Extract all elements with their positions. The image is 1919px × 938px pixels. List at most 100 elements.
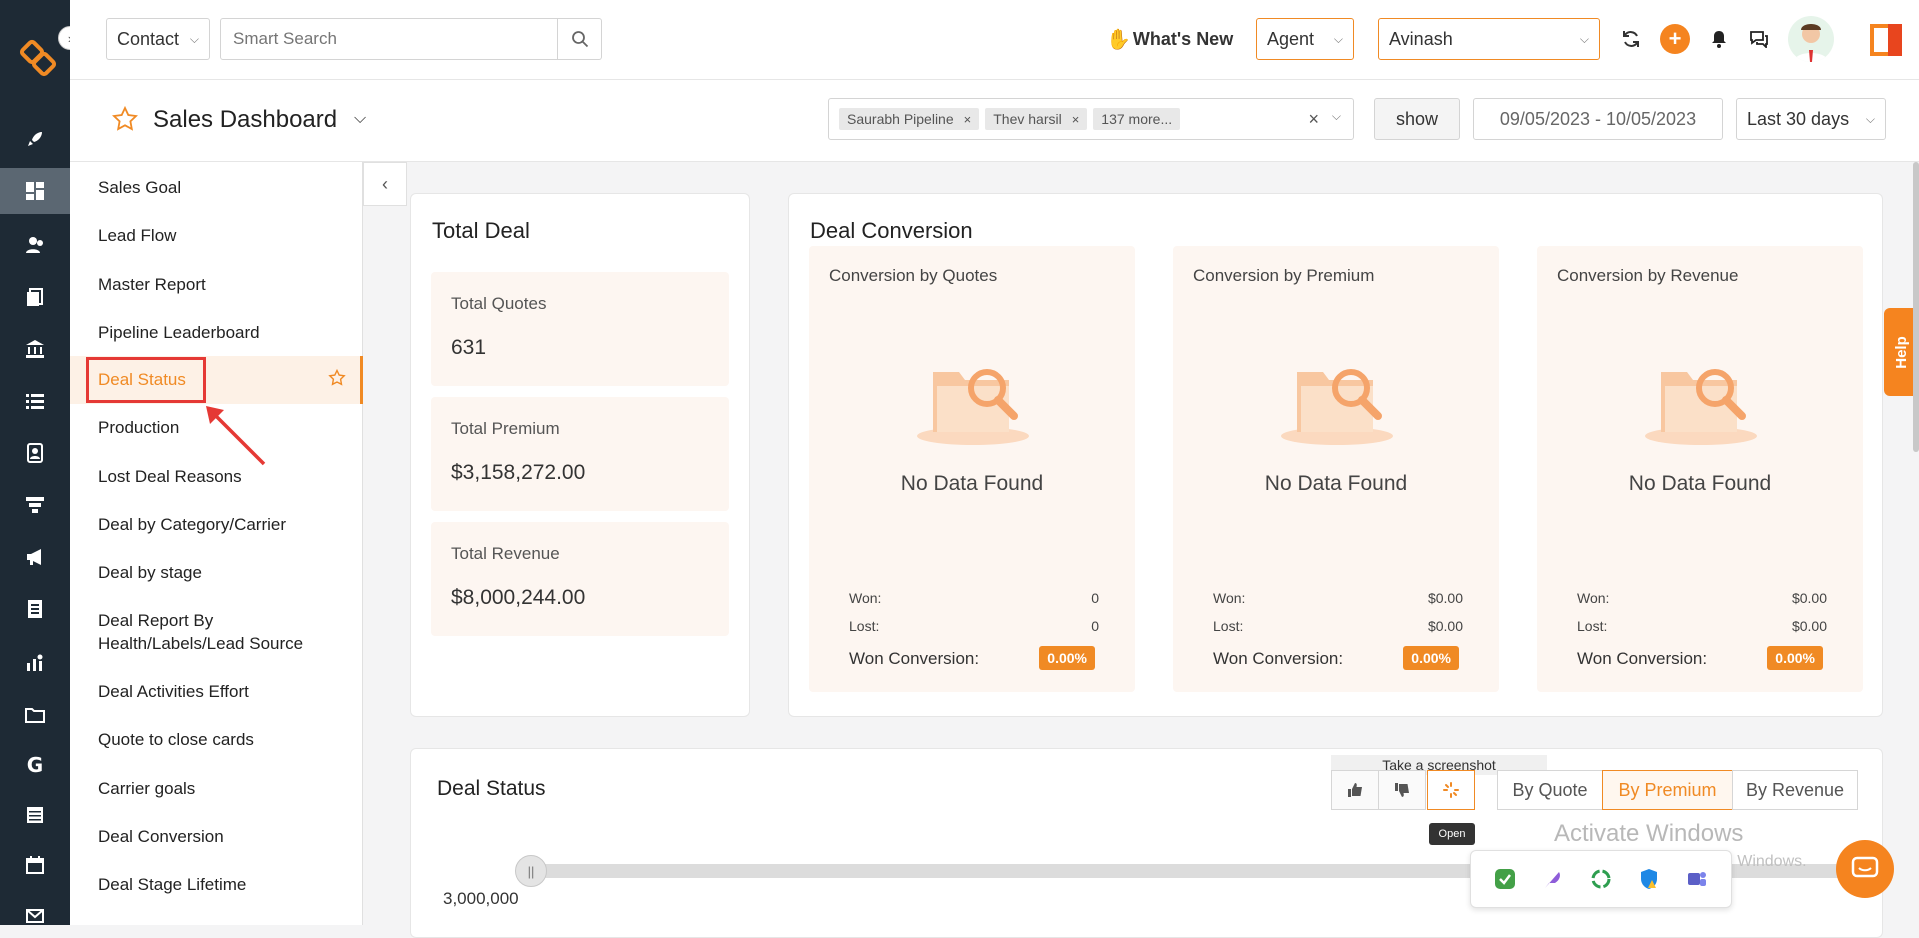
won-row: Won: $0.00 [1577, 590, 1827, 606]
menu-item-deal-by-stage[interactable]: Deal by stage [98, 561, 348, 584]
spreadsheet-icon[interactable] [0, 792, 70, 838]
chevron-down-icon[interactable]: ⌵ [1332, 109, 1341, 124]
close-icon[interactable]: × [964, 112, 972, 127]
clear-icon[interactable]: × [1308, 109, 1319, 130]
range-slider-handle[interactable]: || [515, 855, 547, 887]
screenshot-button[interactable] [1427, 770, 1475, 810]
no-data-folder-icon [1281, 369, 1393, 445]
app-logo-icon[interactable] [18, 38, 58, 78]
menu-item-deal-by-category[interactable]: Deal by Category/Carrier [98, 513, 348, 536]
lost-row: Lost: $0.00 [1577, 618, 1827, 634]
loading-spinner-icon [1443, 782, 1459, 798]
date-range-input[interactable]: 09/05/2023 - 10/05/2023 [1473, 98, 1723, 140]
bank-icon[interactable] [0, 326, 70, 372]
star-icon[interactable] [112, 106, 138, 132]
won-conversion-label: Won Conversion: [849, 649, 980, 668]
menu-item-quote-to-close[interactable]: Quote to close cards [98, 728, 348, 751]
analytics-icon[interactable] [0, 640, 70, 686]
chip-label: Thev harsil [993, 111, 1062, 127]
won-value: 0 [1091, 590, 1099, 606]
documents-icon[interactable] [0, 274, 70, 320]
menu-item-master-report[interactable]: Master Report [98, 273, 348, 296]
menu-item-carrier-goals[interactable]: Carrier goals [98, 777, 348, 800]
thumbs-up-button[interactable] [1331, 770, 1379, 810]
bell-icon[interactable] [1704, 24, 1734, 54]
won-label: Won: [1577, 590, 1610, 606]
icon-rail: › G [0, 0, 82, 925]
user-select[interactable]: Avinash ⌵ [1378, 18, 1600, 60]
menu-item-deal-report-health[interactable]: Deal Report By Health/Labels/Lead Source [98, 609, 348, 655]
menu-item-pipeline-leaderboard[interactable]: Pipeline Leaderboard [98, 321, 348, 344]
segment-by-premium[interactable]: By Premium [1602, 770, 1733, 810]
search-icon [571, 31, 588, 48]
segment-by-quote[interactable]: By Quote [1497, 770, 1603, 810]
date-range-value: 09/05/2023 - 10/05/2023 [1499, 108, 1697, 129]
role-select[interactable]: Agent ⌵ [1256, 18, 1354, 60]
add-icon[interactable]: + [1660, 24, 1690, 54]
shield-warning-icon[interactable] [1638, 868, 1660, 890]
no-data-text: No Data Found [1264, 472, 1408, 495]
period-select[interactable]: Last 30 days ⌵ [1736, 98, 1886, 140]
search-button[interactable] [558, 18, 602, 60]
module-select[interactable]: Contact ⌵ [106, 18, 210, 60]
recycle-icon[interactable] [1590, 868, 1612, 890]
filter-chip: Thev harsil × [985, 108, 1088, 130]
won-conversion-label: Won Conversion: [1577, 649, 1708, 668]
won-conversion-badge: 0.00% [1767, 646, 1823, 670]
contacts-icon[interactable] [0, 222, 70, 268]
megaphone-icon[interactable] [0, 534, 70, 580]
address-book-icon[interactable] [0, 430, 70, 476]
chat-launcher-button[interactable] [1836, 840, 1894, 898]
no-data-text: No Data Found [900, 472, 1044, 495]
module-select-value: Contact [117, 28, 180, 49]
dashboard-icon[interactable] [0, 168, 70, 214]
page-scrollbar[interactable] [1913, 162, 1919, 452]
check-icon[interactable] [1494, 868, 1516, 890]
title-dropdown-icon[interactable]: ⌵ [354, 110, 366, 128]
teams-icon[interactable] [1686, 868, 1708, 890]
show-button[interactable]: show [1374, 98, 1460, 140]
pipeline-filter[interactable]: Saurabh Pipeline × Thev harsil × 137 more.… [828, 98, 1354, 140]
avatar[interactable] [1788, 16, 1834, 62]
mail-icon[interactable] [0, 892, 70, 938]
rocket-icon[interactable] [0, 116, 70, 162]
chat-icon[interactable] [1744, 24, 1774, 54]
no-data-folder-icon [917, 369, 1029, 445]
google-icon[interactable]: G [0, 742, 70, 788]
folder-icon[interactable] [0, 692, 70, 738]
feather-icon[interactable] [1542, 868, 1564, 890]
total-deal-title: Total Deal [432, 218, 530, 243]
segment-by-revenue[interactable]: By Revenue [1732, 770, 1858, 810]
won-conversion-label: Won Conversion: [1213, 649, 1344, 668]
won-conversion-badge: 0.00% [1403, 646, 1459, 670]
calendar-icon[interactable] [0, 842, 70, 888]
collapse-menu-button[interactable]: ‹ [363, 162, 407, 206]
menu-item-lead-flow[interactable]: Lead Flow [98, 224, 348, 247]
smart-search-input[interactable] [220, 18, 558, 60]
axis-value-label: 3,000,000 [443, 889, 519, 908]
favorite-star-icon[interactable] [328, 369, 346, 387]
stat-total-quotes: Total Quotes 631 [431, 272, 729, 386]
help-label: Help [1892, 335, 1910, 369]
thumbs-down-button[interactable] [1378, 770, 1426, 810]
funnel-icon[interactable] [0, 482, 70, 528]
filter-chip: Saurabh Pipeline × [839, 108, 980, 130]
report-icon[interactable] [0, 586, 70, 632]
menu-item-deal-conversion[interactable]: Deal Conversion [98, 825, 348, 848]
won-label: Won: [1213, 590, 1246, 606]
close-icon[interactable]: × [1072, 112, 1080, 127]
stat-label: Total Quotes [451, 294, 547, 313]
whats-new-link[interactable]: ✋ What's New [1106, 24, 1233, 54]
menu-item-sales-goal[interactable]: Sales Goal [98, 176, 348, 199]
list-icon[interactable] [0, 378, 70, 424]
refresh-icon[interactable] [1616, 24, 1646, 54]
open-tooltip: Open [1429, 823, 1475, 845]
brand-square-icon[interactable] [1866, 20, 1906, 60]
thumbs-up-icon [1348, 783, 1362, 797]
menu-item-deal-activities-effort[interactable]: Deal Activities Effort [98, 680, 348, 703]
chevron-down-icon: ⌵ [1333, 31, 1343, 46]
chevron-left-icon: ‹ [382, 173, 388, 194]
chevron-down-icon: ⌵ [1865, 111, 1875, 126]
menu-item-deal-stage-lifetime[interactable]: Deal Stage Lifetime [98, 873, 348, 896]
whats-new-label: What's New [1132, 28, 1234, 49]
